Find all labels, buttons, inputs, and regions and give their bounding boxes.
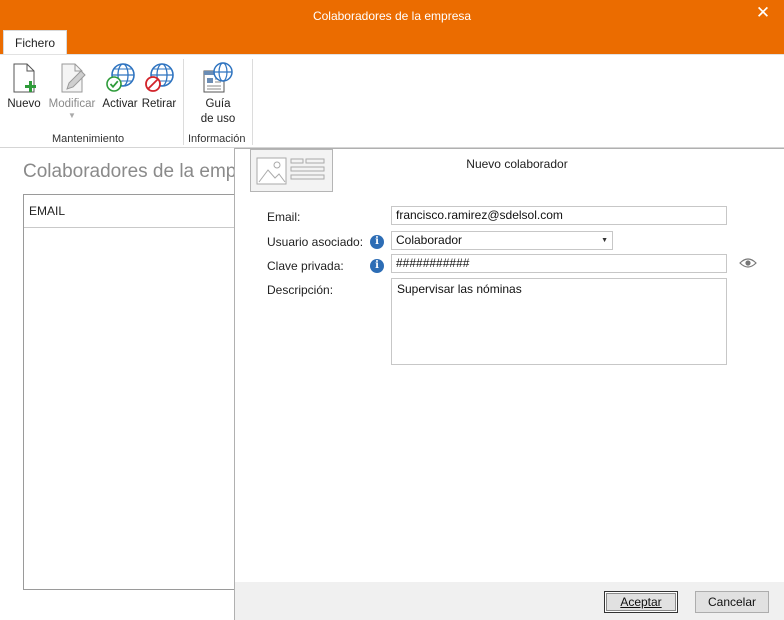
info-icon[interactable]: i xyxy=(370,235,384,249)
list-area: Colaboradores de la emp EMAIL xyxy=(0,149,238,620)
activar-label: Activar xyxy=(102,98,138,110)
modificar-button[interactable]: Modificar ▼ xyxy=(46,61,98,120)
guia-de-uso-button[interactable]: Guía de uso xyxy=(199,61,237,127)
descripcion-label: Descripción: xyxy=(267,283,334,297)
close-button[interactable]: ✕ xyxy=(752,3,774,23)
collaborators-grid[interactable]: EMAIL xyxy=(23,194,238,590)
retirar-label: Retirar xyxy=(141,98,177,110)
chevron-down-icon: ▼ xyxy=(601,237,608,244)
accept-button-label: Aceptar xyxy=(620,595,662,609)
group-label-mantenimiento: Mantenimiento xyxy=(52,133,125,145)
email-field[interactable]: francisco.ramirez@sdelsol.com xyxy=(391,206,727,225)
accept-button[interactable]: Aceptar xyxy=(604,591,678,613)
password-field[interactable]: ########### xyxy=(391,254,727,273)
nuevo-button[interactable]: Nuevo xyxy=(6,61,42,112)
clave-label: Clave privada: xyxy=(267,259,344,273)
modificar-label: Modificar xyxy=(48,98,96,110)
guia-label-line2: de uso xyxy=(200,113,236,125)
chevron-down-icon: ▼ xyxy=(68,111,76,120)
globe-check-icon xyxy=(106,63,135,92)
cancel-button[interactable]: Cancelar xyxy=(695,591,769,613)
email-label: Email: xyxy=(267,210,301,224)
panel-title: Nuevo colaborador xyxy=(466,157,568,171)
group-separator xyxy=(252,59,253,145)
activar-button[interactable]: Activar xyxy=(101,61,139,112)
close-icon: ✕ xyxy=(755,3,771,22)
list-title: Colaboradores de la emp xyxy=(23,161,237,182)
group-label-informacion: Información xyxy=(188,133,246,145)
title-bar: Colaboradores de la empresa ✕ Fichero xyxy=(0,0,784,55)
eye-icon[interactable] xyxy=(739,257,757,269)
globe-block-icon xyxy=(145,63,174,92)
tab-fichero[interactable]: Fichero xyxy=(3,30,67,55)
edit-document-icon xyxy=(61,63,86,93)
descripcion-textarea[interactable]: Supervisar las nóminas xyxy=(391,278,727,365)
column-header-email[interactable]: EMAIL xyxy=(24,195,237,228)
dialog-footer: Aceptar Cancelar xyxy=(235,582,784,620)
retirar-button[interactable]: Retirar xyxy=(141,61,177,112)
ribbon: Nuevo Modificar ▼ Activar Retirar Manten… xyxy=(0,54,784,148)
guia-label-line1: Guía xyxy=(205,98,231,110)
detail-panel: Nuevo colaborador Email: francisco.ramir… xyxy=(234,148,784,620)
group-separator xyxy=(183,59,184,145)
new-document-icon xyxy=(13,63,36,93)
window-title: Colaboradores de la empresa xyxy=(312,9,472,23)
guide-icon xyxy=(203,62,233,93)
usuario-select-value: Colaborador xyxy=(396,233,463,247)
nuevo-label: Nuevo xyxy=(7,98,41,110)
usuario-select[interactable]: Colaborador ▼ xyxy=(391,231,613,250)
cancel-button-label: Cancelar xyxy=(707,595,757,609)
info-icon[interactable]: i xyxy=(370,259,384,273)
usuario-label: Usuario asociado: xyxy=(267,235,364,249)
